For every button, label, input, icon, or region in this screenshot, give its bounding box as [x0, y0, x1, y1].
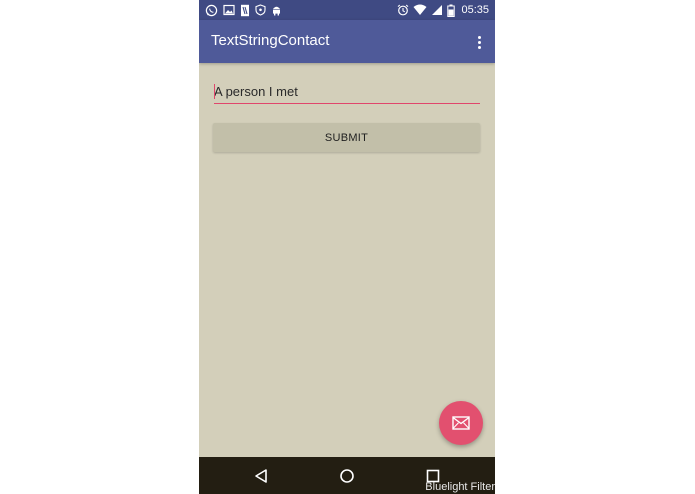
shield-icon: [255, 4, 266, 16]
back-button[interactable]: [251, 466, 271, 486]
menu-dot: [477, 40, 481, 44]
phone-screen: 05:35 TextStringContact SUBMIT: [199, 0, 495, 494]
email-icon: [452, 416, 470, 430]
wifi-icon: [413, 4, 427, 15]
email-fab-button[interactable]: [439, 401, 483, 445]
system-icons: 05:35: [397, 2, 489, 18]
navigation-bar: Bluelight Filter: [199, 457, 495, 494]
home-button[interactable]: [337, 466, 357, 486]
app-toolbar: TextStringContact: [199, 20, 495, 63]
android-icon: [273, 6, 280, 16]
back-icon: [255, 469, 267, 483]
menu-dot: [477, 45, 481, 49]
status-clock: 05:35: [461, 4, 489, 16]
bluelight-filter-label: Bluelight Filter: [425, 481, 495, 493]
gallery-icon: [223, 4, 235, 16]
home-icon: [340, 469, 354, 483]
status-bar: 05:35: [199, 0, 495, 20]
contact-text-input[interactable]: [214, 82, 480, 104]
alarm-icon: [398, 4, 409, 16]
more-vert-icon[interactable]: [473, 32, 485, 52]
battery-icon: [447, 4, 456, 17]
submit-button[interactable]: SUBMIT: [213, 123, 480, 152]
signal-icon: [432, 5, 443, 15]
notification-icons: [205, 3, 282, 17]
menu-dot: [477, 35, 481, 39]
document-icon: [241, 4, 249, 16]
text-cursor: [214, 84, 215, 99]
app-title: TextStringContact: [211, 32, 330, 49]
whatsapp-icon: [205, 4, 218, 16]
